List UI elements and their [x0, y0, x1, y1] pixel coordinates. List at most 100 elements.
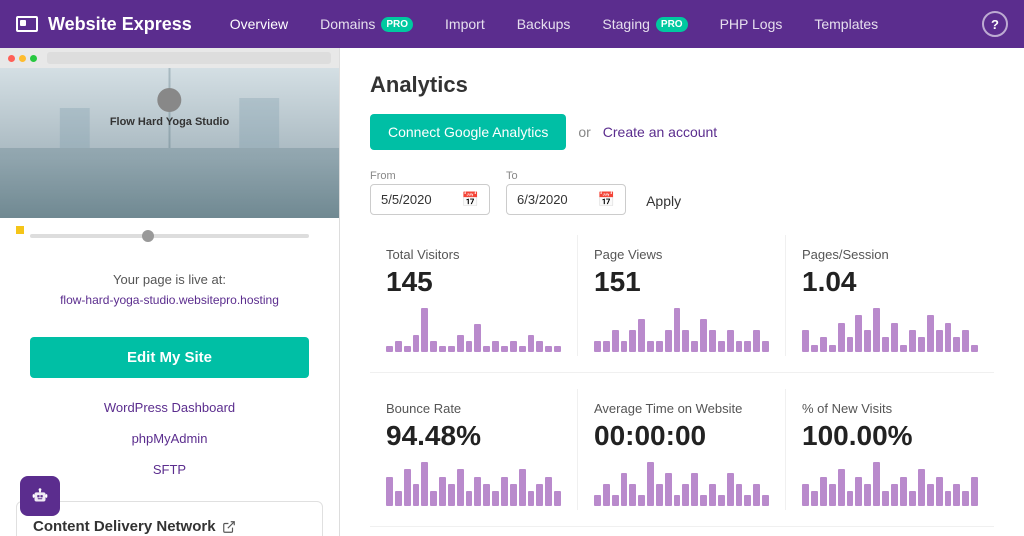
chart-bar: [603, 341, 610, 352]
connect-analytics-button[interactable]: Connect Google Analytics: [370, 114, 566, 150]
chart-bar: [395, 491, 402, 506]
chart-bar: [829, 484, 836, 506]
chart-bar: [466, 491, 473, 506]
from-group: From 5/5/2020 📅: [370, 170, 490, 215]
chart-bar: [718, 495, 725, 506]
to-date-value: 6/3/2020: [517, 192, 568, 207]
chart-bar: [873, 308, 880, 352]
chart-bar: [395, 341, 402, 352]
chart-bar: [457, 335, 464, 352]
nav-import[interactable]: Import: [431, 10, 499, 38]
stat-block-r2-0: Bounce Rate 94.48%: [370, 389, 578, 510]
stat-label-2: Pages/Session: [802, 247, 978, 262]
chart-bar: [554, 346, 561, 352]
chart-bar: [501, 477, 508, 506]
stats-row-2: Bounce Rate 94.48% Average Time on Websi…: [370, 389, 994, 510]
divider-2: [370, 526, 994, 527]
left-panel: Flow Hard Yoga Studio Your page is live …: [0, 48, 340, 536]
stat-label-r2-1: Average Time on Website: [594, 401, 769, 416]
cdn-title: Content Delivery Network: [33, 518, 306, 535]
edit-site-button[interactable]: Edit My Site: [30, 337, 309, 378]
preview-image: Flow Hard Yoga Studio: [0, 68, 339, 218]
external-link-icon: [222, 520, 236, 534]
chart-bar: [421, 462, 428, 506]
create-account-link[interactable]: Create an account: [603, 124, 717, 140]
nav-backups[interactable]: Backups: [503, 10, 585, 38]
chart-bar: [421, 308, 428, 352]
live-url[interactable]: flow-hard-yoga-studio.websitepro.hosting: [30, 293, 309, 307]
phpmyadmin-link[interactable]: phpMyAdmin: [0, 423, 339, 454]
chart-bar: [927, 315, 934, 352]
chart-bar: [811, 491, 818, 506]
chart-bar: [674, 308, 681, 352]
chart-bar: [709, 484, 716, 506]
stat-value-0: 145: [386, 266, 561, 298]
chart-bar: [457, 469, 464, 506]
chart-bar: [891, 484, 898, 506]
chart-bar: [918, 337, 925, 352]
chart-bar: [483, 484, 490, 506]
analytics-panel: Analytics Connect Google Analytics or Cr…: [340, 48, 1024, 536]
chart-bar: [882, 491, 889, 506]
chart-bar: [510, 484, 517, 506]
chart-bar: [736, 484, 743, 506]
chart-bar: [448, 346, 455, 352]
apply-button[interactable]: Apply: [642, 187, 685, 215]
brand-icon: [16, 16, 38, 32]
live-info: Your page is live at: flow-hard-yoga-stu…: [0, 252, 339, 327]
stat-label-1: Page Views: [594, 247, 769, 262]
wp-dashboard-link[interactable]: WordPress Dashboard: [0, 392, 339, 423]
mini-chart-r2-2: [802, 460, 978, 510]
chart-bar: [413, 335, 420, 352]
chart-bar: [612, 495, 619, 506]
nav-templates[interactable]: Templates: [800, 10, 892, 38]
nav-domains[interactable]: Domains PRO: [306, 10, 427, 38]
slider-area: [0, 234, 339, 238]
chart-bar: [945, 491, 952, 506]
live-text: Your page is live at:: [30, 272, 309, 287]
nav-overview[interactable]: Overview: [216, 10, 302, 38]
chart-bar: [545, 477, 552, 506]
chart-bar: [621, 341, 628, 352]
chart-bar: [386, 477, 393, 506]
status-indicator: [0, 218, 339, 234]
preview-logo-icon: [158, 88, 182, 112]
nav-php-logs[interactable]: PHP Logs: [706, 10, 797, 38]
chart-bar: [528, 335, 535, 352]
chart-bar: [519, 346, 526, 352]
stats-row-1: Total Visitors 145 Page Views 151 Pages/…: [370, 235, 994, 356]
help-button[interactable]: ?: [982, 11, 1008, 37]
pro-badge-domains: PRO: [381, 17, 413, 32]
chart-bar: [691, 341, 698, 352]
preview-bar: [0, 48, 339, 68]
from-date-input[interactable]: 5/5/2020 📅: [370, 184, 490, 215]
slider-thumb[interactable]: [142, 230, 154, 242]
to-date-input[interactable]: 6/3/2020 📅: [506, 184, 626, 215]
chart-bar: [474, 324, 481, 352]
chart-bar: [744, 495, 751, 506]
chart-bar: [656, 341, 663, 352]
chart-bar: [665, 330, 672, 352]
chart-bar: [483, 346, 490, 352]
preview-site-name: Flow Hard Yoga Studio: [110, 116, 229, 128]
chart-bar: [855, 477, 862, 506]
chart-bar: [439, 477, 446, 506]
nav-staging[interactable]: Staging PRO: [588, 10, 701, 38]
chart-bar: [612, 330, 619, 352]
robot-icon[interactable]: [20, 476, 60, 516]
chart-bar: [820, 477, 827, 506]
chart-bar: [744, 341, 751, 352]
chart-bar: [953, 337, 960, 352]
chart-bar: [909, 330, 916, 352]
brand-name: Website Express: [48, 14, 192, 35]
chart-bar: [413, 484, 420, 506]
chart-bar: [753, 330, 760, 352]
chart-bar: [656, 484, 663, 506]
stat-label-0: Total Visitors: [386, 247, 561, 262]
chart-bar: [847, 491, 854, 506]
chart-bar: [682, 330, 689, 352]
stat-block-1: Page Views 151: [578, 235, 786, 356]
chart-bar: [971, 477, 978, 506]
analytics-title: Analytics: [370, 72, 994, 98]
chart-bar: [466, 341, 473, 352]
